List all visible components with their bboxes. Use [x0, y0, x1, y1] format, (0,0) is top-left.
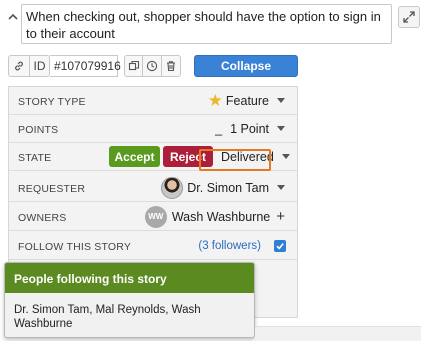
state-label: STATE [18, 152, 52, 164]
add-owner-icon[interactable]: + [276, 209, 285, 224]
copy-id-button[interactable]: ID [30, 55, 50, 77]
story-type-dropdown[interactable]: ★ Feature [208, 87, 285, 114]
followers-highlight [199, 149, 271, 171]
follow-checkbox[interactable] [274, 239, 286, 252]
star-icon: ★ [207, 91, 223, 110]
followers-link[interactable]: (3 followers) [198, 240, 261, 252]
points-label: POINTS [18, 124, 59, 136]
expand-icon [403, 11, 415, 23]
link-icon [15, 61, 23, 71]
owners-list: WW Wash Washburne + [144, 203, 285, 230]
caret-down-icon [277, 185, 285, 190]
requester-label: REQUESTER [18, 183, 86, 195]
follow-controls: (3 followers) [198, 232, 286, 259]
history-button[interactable] [143, 55, 162, 77]
requester-row[interactable]: REQUESTER Dr. Simon Tam [9, 174, 297, 202]
requester-dropdown[interactable]: Dr. Simon Tam [161, 174, 285, 201]
trash-icon [167, 61, 175, 72]
checkmark-icon [276, 242, 284, 250]
popover-followers-list: Dr. Simon Tam, Mal Reynolds, Wash Washbu… [14, 304, 201, 330]
collapse-chevron-icon[interactable] [6, 10, 20, 24]
follow-label: FOLLOW THIS STORY [18, 241, 132, 253]
followers-popover: People following this story Dr. Simon Ta… [4, 262, 255, 338]
avatar [161, 176, 184, 199]
copy-link-button[interactable] [8, 55, 30, 77]
caret-down-icon [281, 154, 290, 159]
clone-button[interactable] [124, 55, 143, 77]
story-type-label: STORY TYPE [18, 96, 86, 108]
points-value: 1 Point [230, 121, 269, 136]
collapse-button[interactable]: Collapse [194, 55, 298, 77]
owner-avatar: WW [144, 205, 167, 228]
clock-icon [146, 60, 158, 72]
expand-button[interactable] [398, 6, 420, 28]
requester-value: Dr. Simon Tam [187, 180, 269, 195]
accept-button[interactable]: Accept [109, 146, 160, 167]
story-id-field[interactable]: #107079916 [50, 55, 121, 77]
points-prefix: _ [215, 121, 223, 136]
follow-row: FOLLOW THIS STORY (3 followers) [9, 232, 297, 260]
story-type-value: Feature [225, 93, 269, 108]
points-row[interactable]: POINTS _ 1 Point [9, 115, 297, 143]
owners-row: OWNERS WW Wash Washburne + [9, 203, 297, 231]
caret-down-icon [277, 126, 285, 131]
story-type-row[interactable]: STORY TYPE ★ Feature [9, 87, 297, 115]
story-toolbar: ID #107079916 [8, 55, 181, 77]
popover-title: People following this story [5, 263, 254, 293]
delete-button[interactable] [162, 55, 181, 77]
clone-icon [128, 60, 139, 71]
story-title-field[interactable]: When checking out, shopper should have t… [21, 4, 392, 44]
points-dropdown[interactable]: _ 1 Point [215, 115, 285, 142]
caret-down-icon [277, 98, 285, 103]
owner-name[interactable]: Wash Washburne [172, 210, 270, 224]
owners-label: OWNERS [18, 212, 67, 224]
bottom-strip [255, 326, 421, 341]
